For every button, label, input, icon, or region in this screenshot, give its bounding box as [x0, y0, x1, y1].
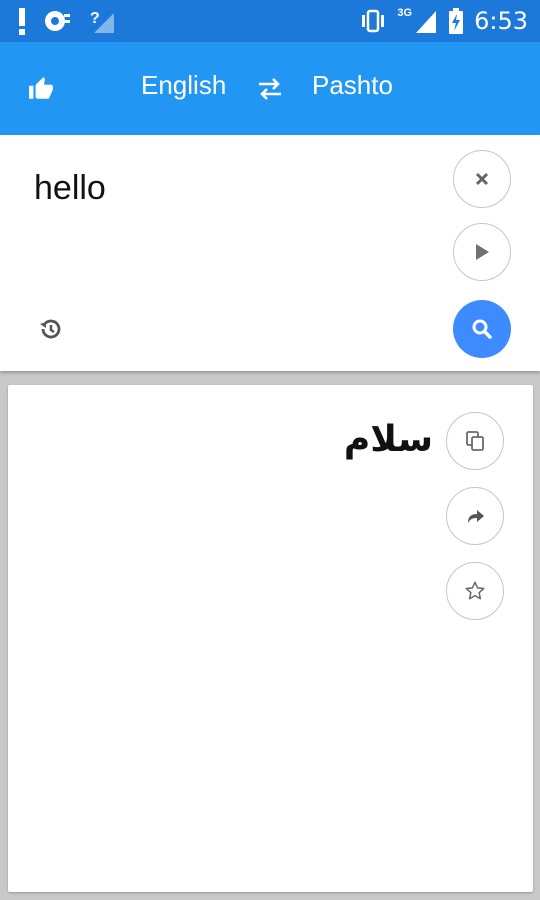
- status-bar: ? 3G 6:53: [0, 0, 540, 42]
- translate-search-button[interactable]: [453, 300, 511, 358]
- battery-charging-icon: [449, 8, 464, 34]
- search-icon: [472, 319, 492, 339]
- wifi-unknown-icon: ?: [90, 10, 114, 33]
- vibrate-icon: [362, 9, 385, 33]
- favorite-button[interactable]: [446, 562, 504, 620]
- alert-icon: [19, 8, 25, 35]
- network-type: 3G: [397, 7, 413, 19]
- star-icon: [465, 581, 485, 600]
- translation-card: سلام: [8, 385, 533, 892]
- play-icon: [476, 244, 489, 260]
- target-language-selector[interactable]: Pashto: [312, 70, 393, 101]
- close-icon: [475, 172, 489, 186]
- translated-text: سلام: [343, 419, 433, 460]
- record-icon: [45, 11, 70, 31]
- status-left-icons: ?: [18, 6, 114, 36]
- svg-text:?: ?: [90, 10, 100, 27]
- share-icon: [468, 510, 484, 523]
- history-icon[interactable]: [37, 315, 65, 343]
- copy-icon: [466, 431, 484, 451]
- clock: 6:53: [474, 7, 528, 35]
- source-language-selector[interactable]: English: [141, 70, 226, 101]
- input-panel: hello: [0, 135, 540, 371]
- play-source-button[interactable]: [453, 223, 511, 281]
- swap-icon[interactable]: [256, 75, 284, 103]
- status-right-icons: 3G 6:53: [359, 6, 528, 36]
- source-text-input[interactable]: hello: [34, 169, 106, 208]
- copy-button[interactable]: [446, 412, 504, 470]
- thumbs-up-icon[interactable]: [28, 76, 54, 102]
- clear-button[interactable]: [453, 150, 511, 208]
- app-bar: English Pashto: [0, 42, 540, 135]
- share-button[interactable]: [446, 487, 504, 545]
- signal-icon: [416, 11, 437, 33]
